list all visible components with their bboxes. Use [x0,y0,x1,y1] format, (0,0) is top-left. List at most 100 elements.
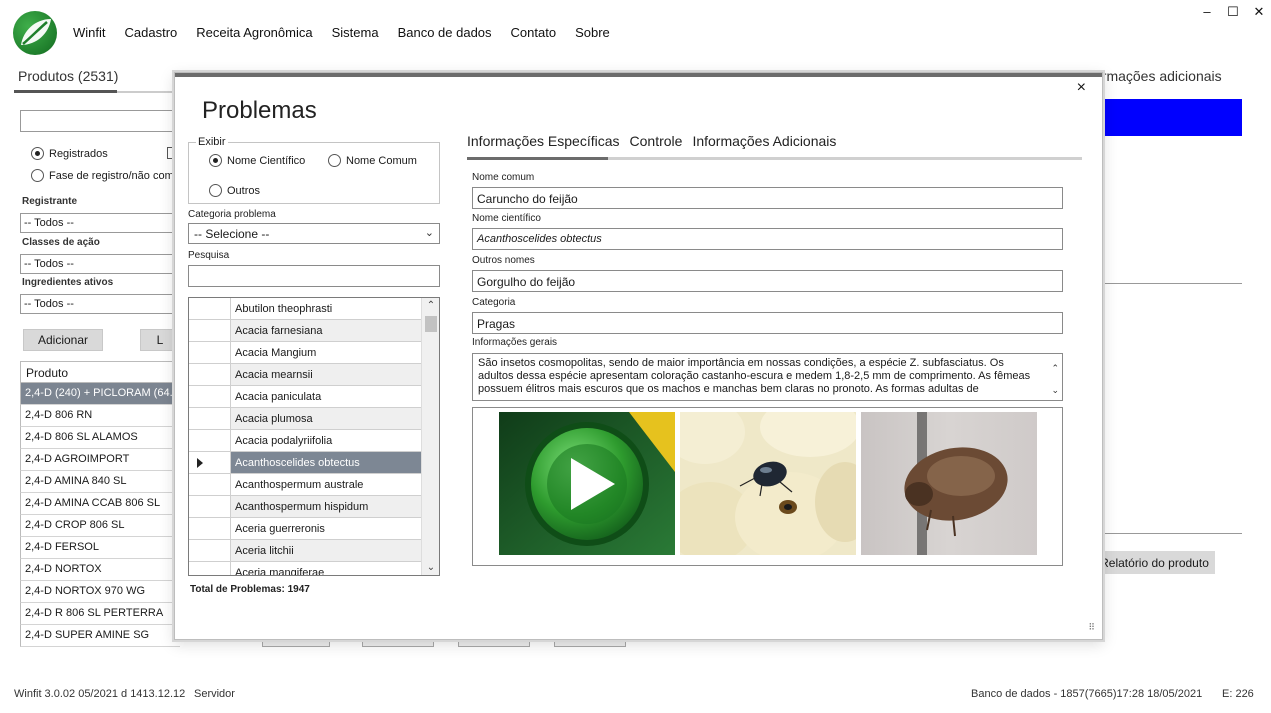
radio-outros[interactable]: Outros [209,184,260,197]
list-item[interactable]: Aceria mangiferae [189,562,421,575]
select-registrante[interactable]: -- Todos -- [20,213,180,233]
row-indicator[interactable] [189,518,231,539]
scroll-thumb[interactable] [425,316,437,332]
tab-informacoes-especificas[interactable]: Informações Específicas [467,133,620,149]
row-indicator[interactable] [189,430,231,451]
row-indicator[interactable] [189,364,231,385]
product-search-input[interactable] [20,110,180,132]
list-item-label: Acanthoscelides obtectus [231,452,421,473]
row-indicator[interactable] [189,562,231,575]
row-indicator[interactable] [189,496,231,517]
scroll-up-icon[interactable]: ⌃ [422,300,439,311]
categoria-problema-label: Categoria problema [188,209,276,220]
menu-sobre[interactable]: Sobre [575,25,610,40]
radio-nome-comum[interactable]: Nome Comum [328,154,417,167]
winfit-logo [13,11,57,55]
list-item[interactable]: Acacia plumosa [189,408,421,430]
list-item[interactable]: Acacia podalyriifolia [189,430,421,452]
list-item[interactable]: Acacia farnesiana [189,320,421,342]
relatorio-produto-button[interactable]: Relatório do produto [1094,551,1215,574]
table-row[interactable]: 2,4-D R 806 SL PERTERRA [20,603,180,625]
beetle-closeup-photo[interactable] [861,412,1037,555]
table-row[interactable]: 2,4-D (240) + PICLORAM (64... [20,383,180,405]
row-indicator[interactable] [189,540,231,561]
menu-sistema[interactable]: Sistema [332,25,379,40]
radio-registrados-icon[interactable] [31,147,44,160]
tab-controle[interactable]: Controle [630,133,683,149]
radio-icon[interactable] [209,184,222,197]
tab-informacoes-adicionais[interactable]: Informações Adicionais [692,133,836,149]
radio-icon[interactable] [209,154,222,167]
row-indicator[interactable] [189,408,231,429]
tab-produtos[interactable]: Produtos (2531) [18,68,118,84]
list-item[interactable]: Acanthoscelides obtectus [189,452,421,474]
list-item[interactable]: Acacia mearnsii [189,364,421,386]
menu-receita[interactable]: Receita Agronômica [196,25,312,40]
nome-cientifico-field[interactable]: Acanthoscelides obtectus [472,228,1063,250]
list-item[interactable]: Acanthospermum australe [189,474,421,496]
list-item[interactable]: Acacia paniculata [189,386,421,408]
select-classes-acao[interactable]: -- Todos -- [20,254,180,274]
adicionar-button[interactable]: Adicionar [23,329,103,351]
radio-registrados[interactable]: Registrados [31,147,108,160]
radio-fase-registro[interactable]: Fase de registro/não comerci [31,169,191,182]
row-indicator[interactable] [189,452,231,473]
categoria-problema-select[interactable]: -- Selecione -- ⌄ [188,223,440,244]
close-icon[interactable]: × [1077,79,1086,97]
list-item[interactable]: Aceria litchii [189,540,421,562]
table-row[interactable]: 2,4-D 806 RN [20,405,180,427]
categoria-select-value: -- Selecione -- [194,227,270,241]
nome-comum-label: Nome comum [472,172,535,183]
radio-nome-cientifico[interactable]: Nome Científico [209,154,305,167]
menu-banco-dados[interactable]: Banco de dados [398,25,492,40]
table-row[interactable]: 2,4-D AMINA 840 SL [20,471,180,493]
close-window-icon[interactable]: ✕ [1253,4,1265,20]
table-row[interactable]: 2,4-D NORTOX 970 WG [20,581,180,603]
memo-scroll-arrows[interactable]: ⌃ ⌄ [1051,357,1059,400]
list-item[interactable]: Acanthospermum hispidum [189,496,421,518]
table-row[interactable]: 2,4-D NORTOX [20,559,180,581]
menu-winfit[interactable]: Winfit [73,25,106,40]
list-item[interactable]: Abutilon theophrasti [189,298,421,320]
table-row[interactable]: 2,4-D SUPER AMINE SG [20,625,180,647]
nome-comum-field[interactable]: Caruncho do feijão [472,187,1063,209]
table-row[interactable]: 2,4-D AGROIMPORT [20,449,180,471]
play-video-thumbnail[interactable] [499,412,675,555]
radio-icon[interactable] [328,154,341,167]
exibir-title: Exibir [196,136,228,148]
list-item[interactable]: Acacia Mangium [189,342,421,364]
select-ingredientes[interactable]: -- Todos -- [20,294,180,314]
tab-informacoes-adicionais-bg[interactable]: ormações adicionais [1094,68,1222,84]
info-gerais-textarea[interactable]: São insetos cosmopolitas, sendo de maior… [472,353,1063,401]
row-indicator[interactable] [189,386,231,407]
pesquisa-input[interactable] [188,265,440,287]
row-indicator[interactable] [189,298,231,319]
list-item[interactable]: Aceria guerreronis [189,518,421,540]
status-database: Banco de dados - 1857(7665)17:28 18/05/2… [971,688,1203,700]
resize-grip-icon[interactable]: ⠿ [1088,622,1095,633]
maximize-icon[interactable]: ☐ [1227,4,1239,20]
row-indicator[interactable] [189,342,231,363]
table-row[interactable]: 2,4-D AMINA CCAB 806 SL [20,493,180,515]
chevron-down-icon[interactable]: ⌄ [425,226,434,239]
table-row[interactable]: 2,4-D CROP 806 SL [20,515,180,537]
divider [1097,533,1242,534]
list-item-label: Acacia plumosa [231,408,421,429]
scroll-down-icon[interactable]: ⌄ [422,562,439,573]
menu-cadastro[interactable]: Cadastro [125,25,178,40]
categoria-field[interactable]: Pragas [472,312,1063,334]
categoria-label: Categoria [472,297,516,308]
list-scrollbar[interactable]: ⌃ ⌄ [421,298,439,575]
menu-contato[interactable]: Contato [511,25,557,40]
table-row[interactable]: 2,4-D 806 SL ALAMOS [20,427,180,449]
row-indicator[interactable] [189,474,231,495]
dialog-title: Problemas [202,97,317,124]
outros-nomes-field[interactable]: Gorgulho do feijão [472,270,1063,292]
radio-fase-icon[interactable] [31,169,44,182]
row-indicator[interactable] [189,320,231,341]
beetle-on-beans-photo[interactable] [680,412,856,555]
radio-label: Outros [227,184,261,197]
minimize-icon[interactable]: – [1201,4,1213,20]
grid-header-produto[interactable]: Produto [20,361,180,383]
table-row[interactable]: 2,4-D FERSOL [20,537,180,559]
